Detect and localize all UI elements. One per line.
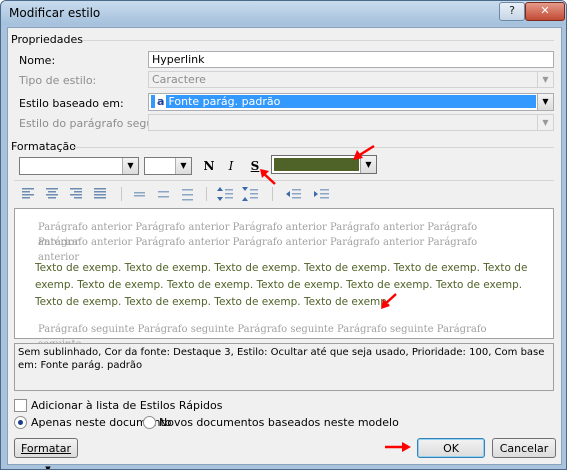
single-spacing-icon[interactable] xyxy=(134,192,145,197)
toolbar-divider xyxy=(14,180,554,181)
preview-sample-line: Texto de exemp. Texto de exemp. Texto de… xyxy=(35,296,391,308)
chevron-down-icon: ▼ xyxy=(537,72,553,87)
font-size-select[interactable]: ▼ xyxy=(144,157,192,175)
one-and-half-spacing-icon[interactable] xyxy=(158,191,169,198)
toolbar-separator xyxy=(206,187,207,201)
style-type-select[interactable]: Caractere ▼ xyxy=(148,71,554,88)
based-on-value: Fonte parág. padrão xyxy=(168,95,281,108)
annotation-arrow-icon xyxy=(260,169,276,185)
font-color-swatch xyxy=(274,158,359,171)
close-button[interactable]: ✕ xyxy=(525,2,565,21)
preview-sample-line: exemp. Texto de exemp. Texto de exemp. T… xyxy=(35,279,523,291)
align-left-icon[interactable] xyxy=(22,188,34,199)
double-spacing-icon[interactable] xyxy=(182,189,193,201)
properties-section-title: Propriedades xyxy=(11,33,83,46)
chevron-down-icon: ▼ xyxy=(537,115,553,130)
chevron-down-icon: ▼ xyxy=(122,158,138,174)
based-on-selected-item: a Fonte parág. padrão xyxy=(151,95,536,108)
annotation-arrow-icon xyxy=(385,442,411,452)
chevron-down-icon: ▼ xyxy=(45,465,51,470)
help-button[interactable]: ? xyxy=(499,2,525,21)
style-description: Sem sublinhado, Cor da fonte: Destaque 3… xyxy=(14,343,554,391)
chevron-down-icon: ▼ xyxy=(175,158,191,174)
new-documents-radio[interactable] xyxy=(143,416,156,429)
style-preview: Parágrafo anterior Parágrafo anterior Pa… xyxy=(14,208,554,350)
ok-button[interactable]: OK xyxy=(417,438,485,458)
annotation-arrow-icon xyxy=(353,144,375,160)
format-dropdown-button[interactable]: Formatar ▼ xyxy=(14,438,78,469)
properties-divider xyxy=(82,40,554,41)
name-input[interactable]: Hyperlink xyxy=(148,51,554,68)
italic-button[interactable]: I xyxy=(221,157,241,175)
align-center-icon[interactable] xyxy=(46,188,58,199)
paragraph-toolbar-icons xyxy=(22,187,329,201)
decrease-paragraph-spacing-icon[interactable] xyxy=(242,187,258,201)
increase-paragraph-spacing-icon[interactable] xyxy=(217,187,233,201)
new-documents-label: Novos documentos baseados neste modelo xyxy=(159,416,399,429)
formatting-section-title: Formatação xyxy=(11,140,77,153)
format-button-label: Formatar xyxy=(20,442,72,455)
this-document-radio[interactable] xyxy=(14,416,27,429)
next-paragraph-select[interactable]: ▼ xyxy=(148,114,554,131)
dialog-body: Propriedades Nome: Hyperlink Tipo de est… xyxy=(7,27,562,469)
based-on-select[interactable]: a Fonte parág. padrão ▼ xyxy=(148,93,554,111)
title-bar: Modificar estilo ? ✕ xyxy=(1,1,566,25)
formatting-divider xyxy=(72,147,554,148)
chevron-down-icon: ▼ xyxy=(537,94,553,110)
name-label: Nome: xyxy=(19,54,56,67)
style-type-value: Caractere xyxy=(152,73,206,86)
preview-sample-line: Texto de exemp. Texto de exemp. Texto de… xyxy=(35,262,528,274)
preview-sample-text: Texto de exemp. Texto de exemp. Texto de… xyxy=(35,260,533,311)
dialog-window: Modificar estilo ? ✕ Propriedades Nome: … xyxy=(0,0,567,470)
bold-button[interactable]: N xyxy=(199,157,219,175)
decrease-indent-icon[interactable] xyxy=(286,189,301,199)
window-title: Modificar estilo xyxy=(9,6,101,20)
add-quick-styles-label: Adicionar à lista de Estilos Rápidos xyxy=(31,399,223,412)
based-on-label: Estilo baseado em: xyxy=(19,97,124,110)
add-quick-styles-checkbox[interactable] xyxy=(14,399,27,412)
cancel-button[interactable]: Cancelar xyxy=(492,438,556,458)
annotation-arrow-icon xyxy=(381,293,397,309)
toolbar-separator xyxy=(272,187,273,201)
paragraph-toolbar xyxy=(19,185,379,203)
increase-indent-icon[interactable] xyxy=(314,189,329,199)
toolbar-separator xyxy=(121,187,122,201)
character-style-icon: a xyxy=(155,95,167,108)
align-right-icon[interactable] xyxy=(70,188,82,199)
justify-icon[interactable] xyxy=(94,188,106,199)
style-type-label: Tipo de estilo: xyxy=(19,74,97,87)
font-name-select[interactable]: ▼ xyxy=(19,157,139,175)
